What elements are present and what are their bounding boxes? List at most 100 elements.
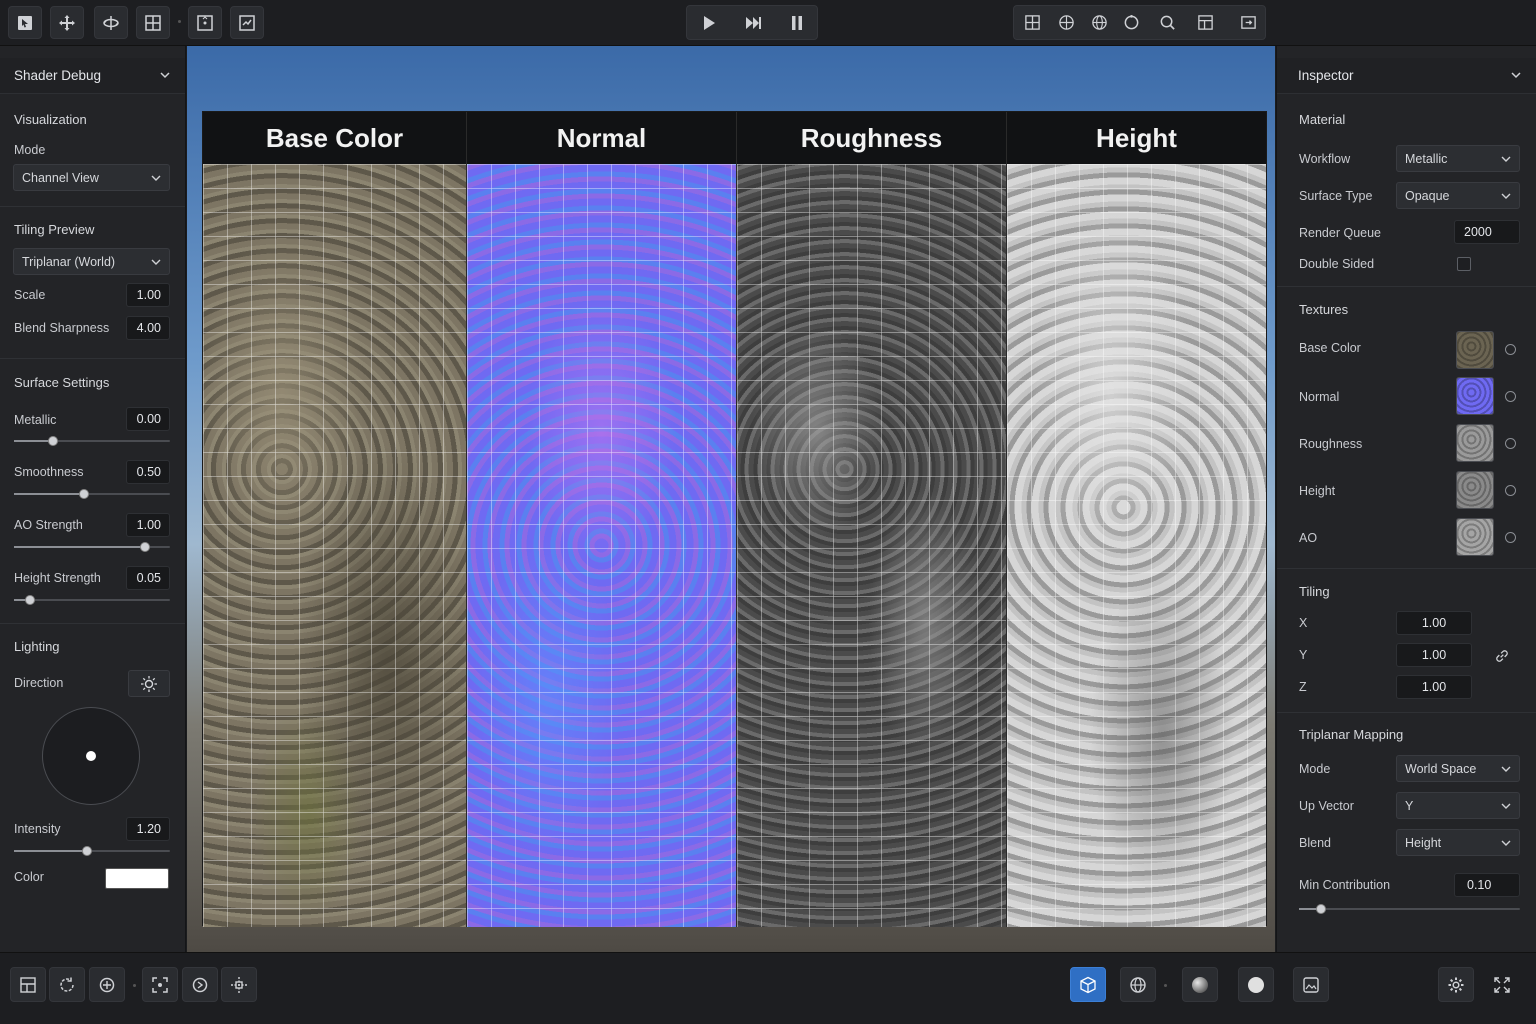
select-tool-button[interactable] [8,6,42,39]
section-title: Lighting [14,639,60,654]
divider [0,623,185,624]
divider [0,206,185,207]
crosshair-button[interactable] [221,967,257,1002]
texture-select-radio[interactable] [1505,438,1516,449]
texture-select-radio[interactable] [1505,344,1516,355]
texture-thumbnail[interactable] [1456,471,1494,509]
intensity-field[interactable]: 1.20 [126,817,170,841]
blend-dropdown[interactable]: Height [1396,829,1520,856]
metallic-field[interactable]: 0.00 [126,407,170,431]
toolbar-separator [1164,984,1167,987]
double-sided-checkbox[interactable] [1457,257,1471,271]
dropdown-value: Triplanar (World) [22,254,116,269]
tiling-z-field[interactable]: 1.00 [1396,675,1472,699]
up-vector-dropdown[interactable]: Y [1396,792,1520,819]
sphere-view-button[interactable] [1082,6,1116,39]
grid-icon [1024,15,1040,30]
tiling-x-label: X [1299,616,1308,630]
layout-view-button[interactable] [1188,6,1222,39]
tiling-y-field[interactable]: 1.00 [1396,643,1472,667]
ao-strength-slider[interactable] [14,542,170,552]
frame-button[interactable] [142,967,178,1002]
pause-button[interactable] [775,6,819,39]
section-title: Visualization [14,112,87,127]
intensity-slider[interactable] [14,846,170,856]
triplanar-mode-dropdown[interactable]: World Space [1396,755,1520,782]
grid-view-button[interactable] [1015,6,1049,39]
min-contribution-slider[interactable] [1299,904,1520,914]
image-view-button[interactable] [1293,967,1329,1002]
metallic-slider[interactable] [14,436,170,446]
transform-tool-button[interactable] [230,6,264,39]
cube-view-button[interactable] [1070,967,1106,1002]
refresh-button[interactable] [49,967,85,1002]
workflow-dropdown[interactable]: Metallic [1396,145,1520,172]
ao-strength-field[interactable]: 1.00 [126,513,170,537]
settings-button[interactable] [1438,967,1474,1002]
tiling-z-label: Z [1299,680,1307,694]
texture-select-radio[interactable] [1505,391,1516,402]
play-button[interactable] [687,6,731,39]
slider-thumb[interactable] [79,489,90,499]
panel-header[interactable]: Inspector [1277,58,1536,94]
tiling-x-field[interactable]: 1.00 [1396,611,1472,635]
move-tool-button[interactable] [50,6,84,39]
panel-header[interactable]: Shader Debug [0,58,185,94]
slider-thumb[interactable] [24,595,35,605]
sphere-flat-icon [1248,976,1264,993]
world-view-button[interactable] [1120,967,1156,1002]
rect-tool-icon [197,14,213,31]
search-view-button[interactable] [1150,6,1184,39]
scene-viewport[interactable]: Base Color Normal Roughness Height [187,46,1275,952]
export-view-button[interactable] [1231,6,1265,39]
texture-thumbnail[interactable] [1456,518,1494,556]
smoothness-field[interactable]: 0.50 [126,460,170,484]
light-direction-dial[interactable] [42,707,140,805]
tiling-dropdown[interactable]: Triplanar (World) [13,248,170,275]
texture-thumbnail[interactable] [1456,424,1494,462]
texture-select-radio[interactable] [1505,532,1516,543]
shaded-sphere-button[interactable] [1182,967,1218,1002]
rect-tool-button[interactable] [188,6,222,39]
texture-select-radio[interactable] [1505,485,1516,496]
texture-thumbnail[interactable] [1456,331,1494,369]
min-contribution-field[interactable]: 0.10 [1454,873,1520,897]
section-title: Surface Settings [14,375,110,390]
slider-thumb[interactable] [140,542,151,552]
channel-column: Height [1007,112,1266,927]
dial-handle[interactable] [86,751,96,761]
render-queue-field[interactable]: 2000 [1454,220,1520,244]
rotate-tool-button[interactable] [94,6,128,39]
texture-thumbnail[interactable] [1456,377,1494,415]
blend-sharpness-field[interactable]: 4.00 [126,316,170,340]
globe-view-button[interactable] [1049,6,1083,39]
chevron-down-icon [1501,840,1511,846]
target-button[interactable] [182,967,218,1002]
slider-thumb[interactable] [82,846,93,856]
fullscreen-button[interactable] [1484,967,1520,1002]
surface-type-dropdown[interactable]: Opaque [1396,182,1520,209]
slider-thumb[interactable] [1316,904,1327,914]
step-button[interactable] [731,6,775,39]
light-direction-button[interactable] [128,670,170,697]
search-icon [1160,15,1175,30]
link-axes-button[interactable] [1484,642,1520,669]
up-vector-label: Up Vector [1299,799,1354,813]
height-strength-slider[interactable] [14,595,170,605]
height-strength-field[interactable]: 0.05 [126,566,170,590]
slider-thumb[interactable] [48,436,58,446]
grid-snap-button[interactable] [10,967,46,1002]
scale-field[interactable]: 1.00 [126,283,170,307]
pause-icon [792,15,802,30]
circle-view-button[interactable] [1114,6,1148,39]
color-swatch[interactable] [105,868,169,889]
mode-dropdown[interactable]: Channel View [13,164,170,191]
dropdown-value: World Space [1405,761,1477,776]
scale-icon [145,14,161,31]
flat-sphere-button[interactable] [1238,967,1274,1002]
frame-icon [152,976,168,993]
smoothness-slider[interactable] [14,489,170,499]
pivot-button[interactable] [89,967,125,1002]
scale-tool-button[interactable] [136,6,170,39]
sphere-icon [1091,15,1107,30]
